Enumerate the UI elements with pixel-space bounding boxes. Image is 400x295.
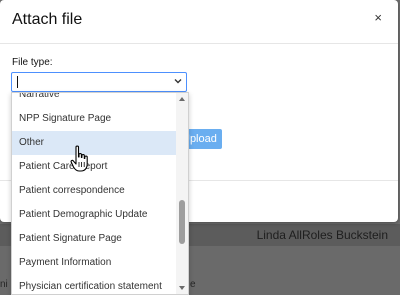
dropdown-option[interactable]: Patient Demographic Update [12,203,178,227]
user-name[interactable]: Linda AllRoles Buckstein [257,228,388,242]
dropdown-option[interactable]: Narrative [12,93,178,107]
dropdown-option[interactable]: Payment Information [12,251,178,275]
dropdown-option[interactable]: NPP Signature Page [12,107,178,131]
dropdown-option[interactable]: Other [12,131,178,155]
chevron-down-icon [174,79,182,84]
dropdown-option[interactable]: Physician certification statement [12,275,178,294]
background-text-fragment: e [190,279,196,290]
dropdown-option[interactable]: Patient correspondence [12,179,178,203]
dropdown-option[interactable]: Patient Care Report [12,155,178,179]
hand-cursor-icon [70,145,88,172]
header-divider [0,43,398,44]
close-button[interactable]: × [372,8,384,27]
modal-title: Attach file [12,11,83,28]
text-caret [17,76,18,88]
scroll-up-arrow-icon[interactable] [178,95,186,103]
dropdown-option[interactable]: Patient Signature Page [12,227,178,251]
file-type-select[interactable] [11,72,187,92]
file-type-label: File type: [12,57,53,68]
background-text-fragment: ni [0,279,8,290]
file-type-dropdown[interactable]: Narrative NPP Signature Page Other Patient … [11,92,189,295]
dropdown-scrollbar[interactable] [176,93,188,294]
scrollbar-thumb[interactable] [179,200,185,244]
scroll-down-arrow-icon[interactable] [178,284,186,292]
